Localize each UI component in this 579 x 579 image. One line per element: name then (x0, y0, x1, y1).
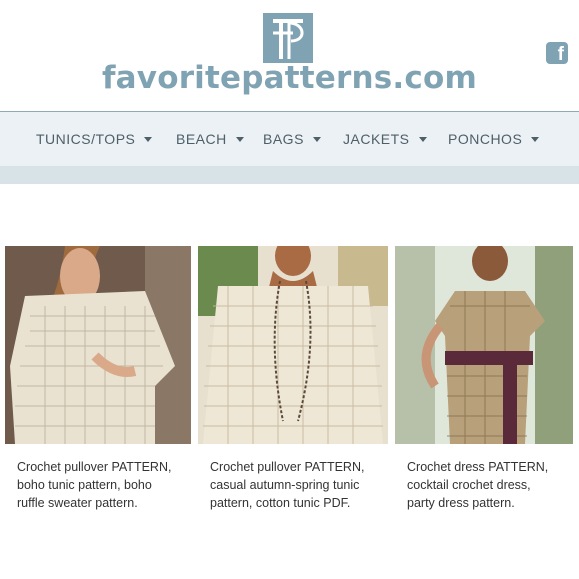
nav-item-label: BEACH (176, 131, 227, 147)
product-title-line: Crochet pullover PATTERN, (210, 460, 365, 474)
product-image[interactable] (5, 246, 191, 444)
chevron-down-icon (235, 136, 244, 142)
product-card[interactable]: Crochet pullover PATTERN, boho tunic pat… (5, 246, 191, 510)
nav-item-ponchos[interactable]: PONCHOS (448, 112, 540, 166)
product-title-line: boho tunic pattern, boho (17, 478, 152, 492)
nav-item-jackets[interactable]: JACKETS (343, 112, 427, 166)
product-card[interactable]: Crochet pullover PATTERN, casual autumn-… (198, 246, 388, 510)
chevron-down-icon (531, 136, 540, 142)
product-title-line: casual autumn-spring tunic (210, 478, 360, 492)
main-nav: TUNICS/TOPS BEACH BAGS JACKETS PONCHOS (0, 111, 579, 166)
site-name[interactable]: favoritepatterns.com (0, 60, 579, 96)
product-card[interactable]: Crochet dress PATTERN, cocktail crochet … (395, 246, 573, 510)
product-image[interactable] (395, 246, 573, 444)
product-image[interactable] (198, 246, 388, 444)
site-logo-icon[interactable] (263, 13, 313, 63)
product-title[interactable]: Crochet dress PATTERN, cocktail crochet … (407, 458, 579, 512)
facebook-glyph: f (557, 44, 564, 65)
nav-item-label: PONCHOS (448, 131, 523, 147)
nav-item-label: BAGS (263, 131, 304, 147)
product-title-line: ruffle sweater pattern. (17, 496, 138, 510)
product-title-line: party dress pattern. (407, 496, 515, 510)
nav-subbar (0, 166, 579, 184)
facebook-icon[interactable]: f (546, 42, 568, 65)
product-title[interactable]: Crochet pullover PATTERN, casual autumn-… (210, 458, 390, 512)
product-title-line: Crochet pullover PATTERN, (17, 460, 172, 474)
chevron-down-icon (418, 136, 427, 142)
nav-item-beach[interactable]: BEACH (176, 112, 244, 166)
nav-item-tunics-tops[interactable]: TUNICS/TOPS (36, 112, 153, 166)
product-title-line: pattern, cotton tunic PDF. (210, 496, 351, 510)
chevron-down-icon (144, 136, 153, 142)
nav-item-bags[interactable]: BAGS (263, 112, 321, 166)
chevron-down-icon (312, 136, 321, 142)
product-title-line: cocktail crochet dress, (407, 478, 531, 492)
nav-item-label: TUNICS/TOPS (36, 131, 136, 147)
product-title[interactable]: Crochet pullover PATTERN, boho tunic pat… (17, 458, 197, 512)
product-title-line: Crochet dress PATTERN, (407, 460, 549, 474)
nav-item-label: JACKETS (343, 131, 410, 147)
